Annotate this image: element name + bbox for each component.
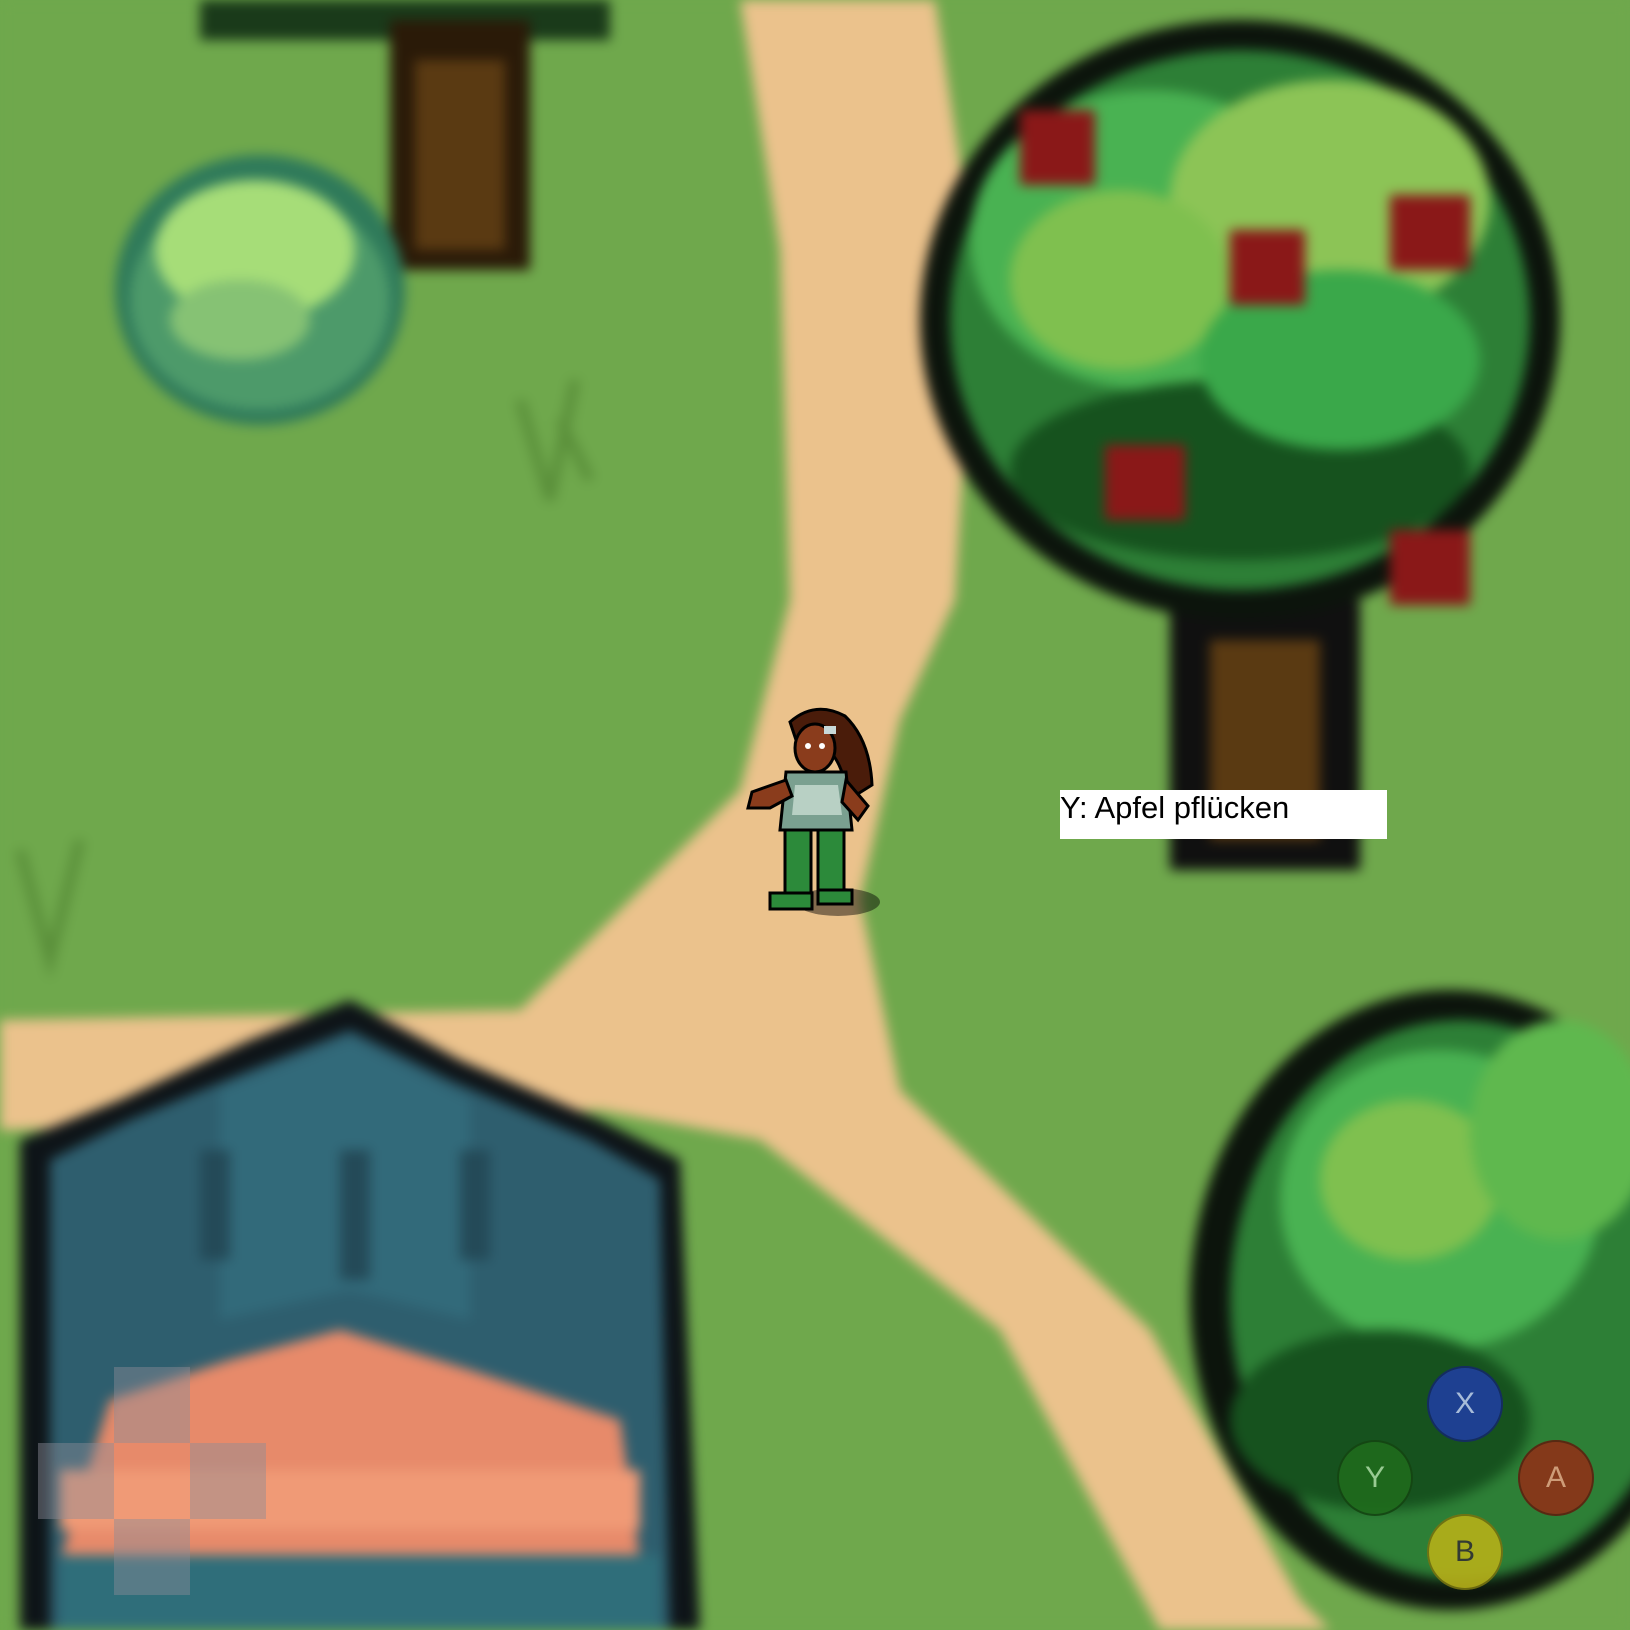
dpad[interactable] (38, 1367, 266, 1595)
dpad-right-button[interactable] (190, 1443, 266, 1519)
dpad-up-button[interactable] (114, 1367, 190, 1443)
dpad-left-button[interactable] (38, 1443, 114, 1519)
interaction-prompt: Y: Apfel pflücken (1060, 790, 1387, 839)
b-button[interactable]: B (1427, 1514, 1503, 1590)
x-button[interactable]: X (1427, 1366, 1503, 1442)
bush-icon (115, 155, 405, 425)
a-button[interactable]: A (1518, 1440, 1594, 1516)
dpad-down-button[interactable] (114, 1519, 190, 1595)
y-button[interactable]: Y (1337, 1440, 1413, 1516)
